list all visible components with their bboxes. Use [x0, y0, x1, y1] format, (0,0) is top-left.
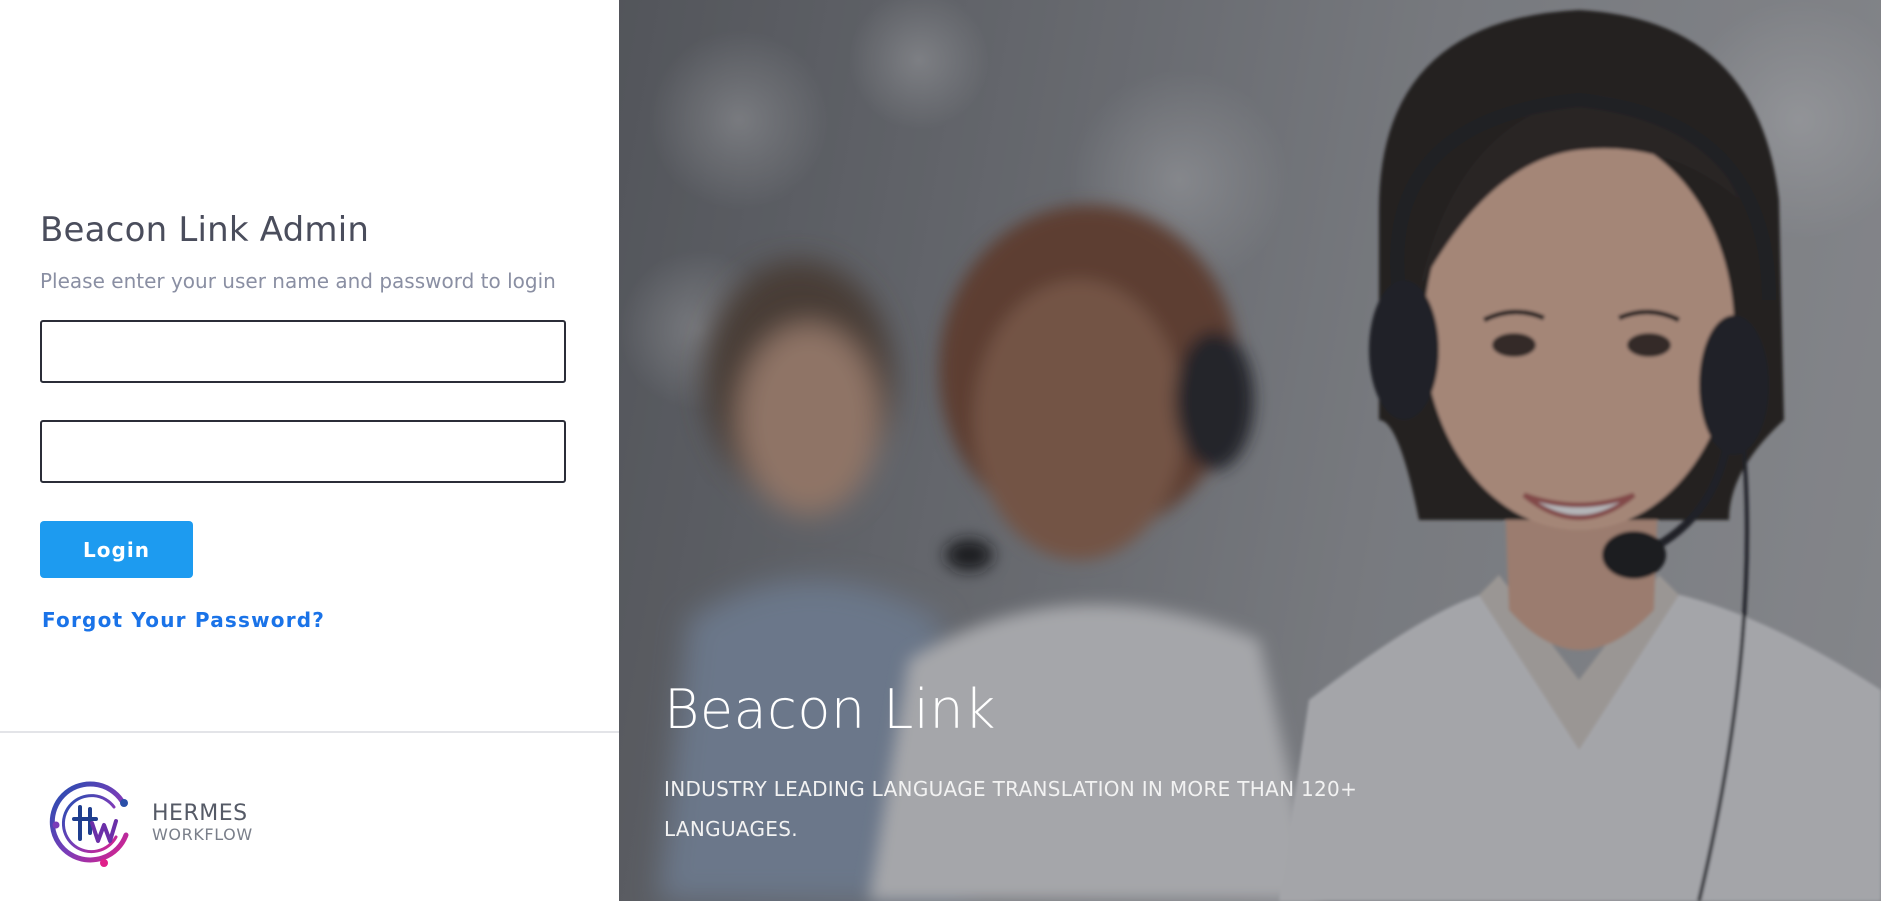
hero-panel: Beacon Link INDUSTRY LEADING LANGUAGE TR… — [619, 0, 1881, 901]
logo-wordmark: HERMES WORKFLOW — [152, 803, 253, 843]
login-button[interactable]: Login — [40, 521, 193, 578]
logo-line-hermes: HERMES — [152, 801, 248, 826]
logo-line-workflow: WORKFLOW — [152, 825, 253, 844]
hero-title: Beacon Link — [664, 678, 996, 741]
hero-caption: Beacon Link INDUSTRY LEADING LANGUAGE TR… — [664, 675, 1384, 849]
login-panel: Beacon Link Admin Please enter your user… — [0, 0, 619, 901]
forgot-password-link[interactable]: Forgot Your Password? — [42, 608, 325, 632]
footer-divider — [0, 731, 619, 733]
password-field[interactable] — [40, 420, 566, 483]
username-field[interactable] — [40, 320, 566, 383]
page-title: Beacon Link Admin — [40, 210, 370, 250]
hermes-workflow-logo-icon — [49, 781, 129, 867]
hermes-workflow-logo: HERMES WORKFLOW — [44, 773, 254, 873]
hero-tagline: INDUSTRY LEADING LANGUAGE TRANSLATION IN… — [664, 777, 1358, 841]
login-instructions: Please enter your user name and password… — [40, 269, 556, 293]
login-form: Beacon Link Admin Please enter your user… — [40, 205, 566, 632]
